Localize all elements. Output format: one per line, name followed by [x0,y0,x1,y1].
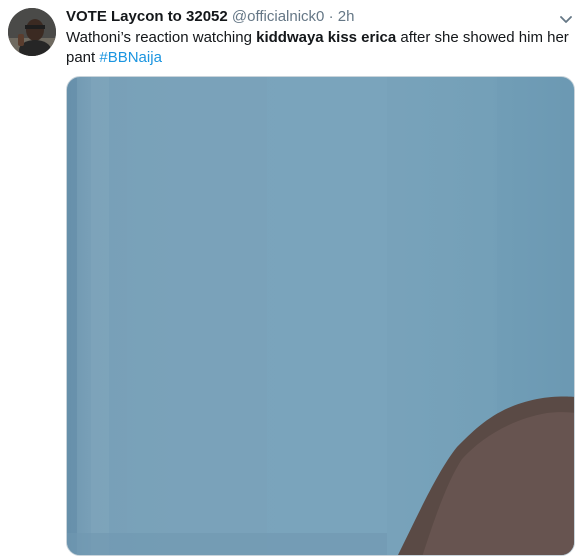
tweet-text-part1: Wathoni’s reaction watching [66,29,257,46]
tweet-media[interactable] [66,76,575,556]
tweet-text-bold: kiddwaya kiss erica [256,29,397,46]
tweet-header: VOTE Laycon to 32052 @officialnick0 · 2h [66,7,354,27]
hashtag-link[interactable]: #BBNaija [99,49,162,66]
separator: · [328,8,334,25]
tweet[interactable]: VOTE Laycon to 32052 @officialnick0 · 2h… [0,0,580,556]
timestamp[interactable]: 2h [338,8,355,25]
handle[interactable]: @officialnick0 [232,8,325,25]
display-name[interactable]: VOTE Laycon to 32052 [66,8,228,25]
media-frame [67,77,574,555]
chevron-down-icon[interactable] [560,12,572,23]
tweet-text: Wathoni’s reaction watching kiddwaya kis… [66,28,571,68]
avatar-image [8,8,56,56]
avatar[interactable] [8,8,56,56]
